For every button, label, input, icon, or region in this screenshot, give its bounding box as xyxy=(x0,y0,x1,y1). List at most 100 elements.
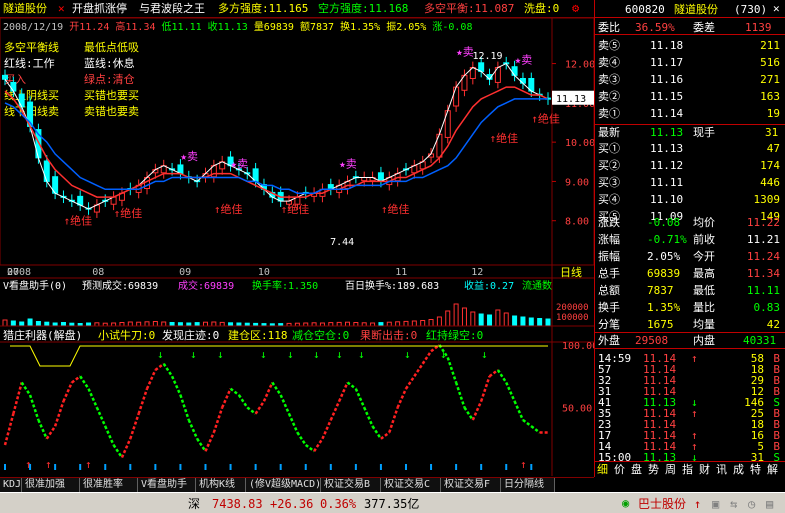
volume-bar xyxy=(487,314,493,327)
indicator-tab[interactable]: 权证交易C xyxy=(381,478,441,492)
osc-segment xyxy=(179,394,190,421)
indicator-tab[interactable]: KDJ xyxy=(0,478,22,492)
osc-base-bar xyxy=(354,464,357,470)
bid-volume: 446 xyxy=(760,176,780,189)
stat-label: 总额 xyxy=(598,284,620,297)
volume-bar xyxy=(127,321,133,327)
panel-tab[interactable]: 特 xyxy=(750,464,761,475)
osc-down-arrow: ↓ xyxy=(481,348,488,361)
stat-value: 1675 xyxy=(647,318,674,331)
indicator-tab[interactable]: 很准加强 xyxy=(22,478,80,492)
osc-segment xyxy=(229,387,240,397)
bid-label: 买② xyxy=(598,159,620,172)
indicator-tab[interactable]: 机构K线 xyxy=(196,478,246,492)
osc-segment xyxy=(162,363,174,377)
index-percent: 0.36% xyxy=(320,497,357,511)
ask-label: 卖① xyxy=(598,107,620,120)
volume-bar xyxy=(428,319,434,327)
candle-body xyxy=(519,78,526,84)
osc-segment xyxy=(421,350,433,365)
date-label: 08 xyxy=(92,267,104,278)
osc-segment xyxy=(413,363,424,377)
ask-row: 卖③ 11.16 271 xyxy=(595,72,785,87)
window-icon[interactable]: ▤ xyxy=(766,498,773,510)
tick-side: S xyxy=(773,451,780,464)
osc-segment xyxy=(87,388,99,409)
osc-up-arrow: ↑ xyxy=(85,458,92,471)
panel-tab[interactable]: 解 xyxy=(767,464,778,475)
weicha-value: 1139 xyxy=(745,21,772,34)
ticker-name[interactable]: 巴士股份 xyxy=(638,498,686,510)
stat-value: 2.05% xyxy=(647,250,681,263)
date-label: 11 xyxy=(395,267,407,278)
panel-tab[interactable]: 势 xyxy=(648,464,659,475)
buy-marker: ↑绝佳 xyxy=(490,131,519,145)
panel-tab[interactable]: 盘 xyxy=(631,464,642,475)
bid-row: 买③ 11.11 446 xyxy=(595,175,785,190)
osc-segment xyxy=(329,400,341,421)
speaker-icon[interactable]: ◉ xyxy=(622,497,629,509)
osc-down-arrow: ↓ xyxy=(287,348,294,361)
network-icon[interactable]: ⇆ xyxy=(730,498,737,510)
stat-label: 分笔 xyxy=(598,318,620,331)
panel-tab[interactable]: 周 xyxy=(665,464,676,475)
bid-price: 11.10 xyxy=(650,193,684,206)
osc-base-bar xyxy=(304,464,307,470)
clock-icon[interactable]: ◷ xyxy=(748,498,755,510)
osc-segment xyxy=(404,375,416,390)
osc-segment xyxy=(454,382,466,408)
stat-value: 11.11 xyxy=(746,284,780,297)
osc-segment xyxy=(279,394,291,415)
volume-bar xyxy=(194,322,200,327)
panel-tab[interactable]: 财 xyxy=(699,464,710,475)
panel-tab[interactable]: 价 xyxy=(614,464,625,475)
close-icon[interactable]: ✕ xyxy=(773,3,780,14)
stat-label: 总手 xyxy=(598,267,620,280)
panel-tab[interactable]: 讯 xyxy=(716,464,727,475)
volume-bar xyxy=(353,322,359,327)
indicator-tab[interactable]: 权证交易B xyxy=(321,478,381,492)
chart-area: 隧道股份 ✕ 开盘抓涨停 与君波段之王 多方强度:11.165 空方强度:11.… xyxy=(0,0,594,477)
indicator-tab[interactable]: 日分隔线 xyxy=(501,478,555,492)
stat-row: 总额 7837 最低 11.11 xyxy=(595,283,785,298)
osc-segment xyxy=(262,381,274,402)
volume-bar xyxy=(169,322,175,327)
vol-forecast: 预测成交:69839 xyxy=(82,281,159,292)
ask-price: 11.15 xyxy=(650,90,684,103)
weicha-label: 委差 xyxy=(693,21,715,34)
panel-tab[interactable]: 细 xyxy=(597,464,608,475)
date-label: 09 xyxy=(179,267,191,278)
osc-segment xyxy=(145,369,157,390)
osc-down-arrow: ↓ xyxy=(217,348,224,361)
indicator-tab[interactable]: 很准胜率 xyxy=(80,478,138,492)
price-chart-svg[interactable]: 12.0011.0010.009.008.00★卖★卖★卖★卖★卖↑绝佳↑绝佳↑… xyxy=(0,0,594,477)
sell-marker: ★卖 xyxy=(180,150,198,163)
indicator-tab[interactable]: 权证交易F xyxy=(441,478,501,492)
panel-tab[interactable]: 成 xyxy=(733,464,744,475)
bid-label: 买③ xyxy=(598,176,620,189)
tick-arrow: ↓ xyxy=(691,451,698,464)
weibi-value: 36.59% xyxy=(635,21,675,34)
vol-label: 换手率:1.350 xyxy=(252,281,319,292)
ask-row: 卖④ 11.17 516 xyxy=(595,55,785,70)
panel-tab[interactable]: 指 xyxy=(682,464,693,475)
osc-segment xyxy=(371,425,382,440)
now-hand-label: 现手 xyxy=(693,126,715,139)
indicator-tab[interactable]: (修V超级MACD) xyxy=(246,478,321,492)
osc-segment xyxy=(112,444,123,459)
stat-value: 7837 xyxy=(647,284,674,297)
ma-line xyxy=(4,98,548,194)
osc-label: 红持绿空:0 xyxy=(426,329,484,342)
osc-segment xyxy=(62,381,73,402)
osc-segment xyxy=(346,381,357,390)
osc-base-bar xyxy=(254,464,257,470)
ask-row: 卖① 11.14 19 xyxy=(595,106,785,121)
indicator-tab[interactable]: V看盘助手 xyxy=(138,478,196,492)
osc-segment xyxy=(380,431,391,440)
tray-icon[interactable]: ▣ xyxy=(712,498,719,510)
bid-volume: 47 xyxy=(766,142,780,155)
stat-value: -0.71% xyxy=(647,233,687,246)
outer-inner-row: 外盘 29508 内盘 40331 xyxy=(595,332,785,349)
ask-label: 卖② xyxy=(598,90,620,103)
high-price-label: 12.19 xyxy=(472,51,502,62)
